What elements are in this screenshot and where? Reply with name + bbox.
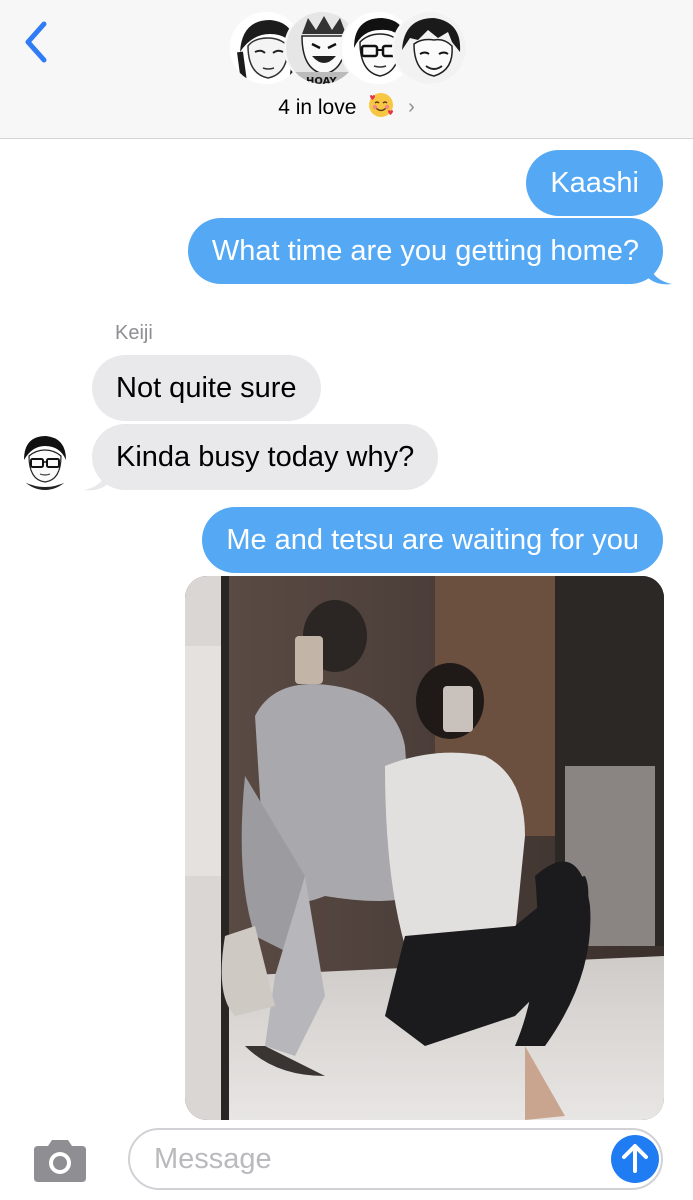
message-input[interactable] bbox=[154, 1130, 594, 1188]
message-bubble-incoming[interactable]: Kinda busy today why? bbox=[92, 424, 439, 490]
photo-message[interactable] bbox=[185, 576, 664, 1120]
back-chevron-icon[interactable] bbox=[20, 20, 54, 64]
message-input-container[interactable] bbox=[128, 1128, 663, 1190]
message-text: Kaashi bbox=[550, 167, 639, 199]
message-bubble-outgoing[interactable]: Kaashi bbox=[526, 150, 663, 216]
sender-avatar[interactable] bbox=[16, 432, 74, 490]
message-text: Kinda busy today why? bbox=[116, 441, 415, 473]
smiling-face-with-hearts-emoji bbox=[368, 92, 394, 124]
message-bubble-outgoing[interactable]: Me and tetsu are waiting for you bbox=[202, 507, 663, 573]
group-avatars[interactable]: HOAY bbox=[228, 10, 468, 86]
bubble-tail-outgoing bbox=[648, 262, 672, 285]
group-name[interactable]: 4 in love › bbox=[0, 92, 693, 124]
message-text: Me and tetsu are waiting for you bbox=[226, 524, 639, 556]
message-text: Not quite sure bbox=[116, 372, 297, 404]
mirror-selfie-image bbox=[185, 576, 664, 1120]
camera-icon[interactable] bbox=[30, 1136, 90, 1186]
message-composer bbox=[0, 1120, 693, 1200]
chevron-right-icon: › bbox=[408, 96, 415, 118]
arrow-up-icon bbox=[622, 1144, 648, 1173]
bubble-tail-incoming bbox=[84, 468, 108, 491]
message-bubble-outgoing[interactable]: What time are you getting home? bbox=[187, 218, 663, 284]
conversation-header: HOAY 4 in love › bbox=[0, 0, 693, 139]
group-name-label: 4 in love bbox=[278, 96, 357, 119]
svg-text:HOAY: HOAY bbox=[306, 76, 337, 86]
sender-name: Keiji bbox=[115, 322, 153, 344]
avatar-4 bbox=[392, 10, 468, 86]
message-text: What time are you getting home? bbox=[211, 235, 639, 267]
send-button[interactable] bbox=[611, 1135, 659, 1183]
message-bubble-incoming[interactable]: Not quite sure bbox=[92, 355, 321, 421]
